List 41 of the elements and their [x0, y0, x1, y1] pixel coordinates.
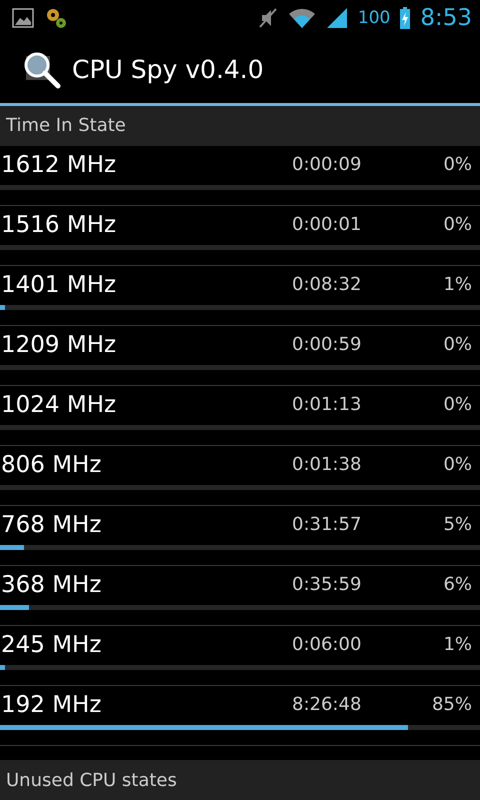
image-icon [12, 8, 34, 28]
frequency-label: 1024 MHz [0, 392, 118, 418]
time-value: 0:00:09 [292, 154, 362, 175]
time-value: 8:26:48 [292, 694, 362, 715]
percent-value: 1% [442, 274, 472, 295]
signal-icon [326, 7, 348, 30]
frequency-label: 245 MHz [0, 632, 102, 658]
time-value: 0:00:01 [292, 214, 362, 235]
wifi-icon [288, 7, 316, 30]
percent-value: 0% [442, 454, 472, 475]
frequency-label: 806 MHz [0, 452, 102, 478]
mute-icon [258, 7, 278, 30]
percent-value: 5% [442, 514, 472, 535]
percent-value: 0% [442, 214, 472, 235]
time-value: 0:35:59 [292, 574, 362, 595]
time-value: 0:01:13 [292, 394, 362, 415]
percent-value: 1% [442, 634, 472, 655]
frequency-label: 768 MHz [0, 512, 102, 538]
section-header: Unused CPU states [0, 760, 480, 800]
frequency-label: 1612 MHz [0, 152, 118, 178]
percent-value: 6% [442, 574, 472, 595]
time-value: 0:01:38 [292, 454, 362, 475]
frequency-label: 1209 MHz [0, 332, 118, 358]
frequency-label: 1516 MHz [0, 212, 118, 238]
percent-value: 85% [430, 694, 472, 715]
battery-charging-icon [400, 7, 410, 30]
app-title: CPU Spy v0.4.0 [72, 55, 264, 84]
time-value: 0:06:00 [292, 634, 362, 655]
time-value: 0:31:57 [292, 514, 362, 535]
time-value: 0:08:32 [292, 274, 362, 295]
percent-value: 0% [442, 334, 472, 355]
magnifier-chip-icon [22, 50, 62, 90]
section-header: Time In State [0, 106, 480, 146]
frequency-label: 1401 MHz [0, 272, 118, 298]
percent-value: 0% [442, 394, 472, 415]
time-value: 0:00:59 [292, 334, 362, 355]
percent-value: 0% [442, 154, 472, 175]
frequency-label: 368 MHz [0, 572, 102, 598]
battery-level: 100 [358, 8, 390, 28]
frequency-label: 192 MHz [0, 692, 102, 718]
clock-time: 8:53 [420, 5, 472, 32]
